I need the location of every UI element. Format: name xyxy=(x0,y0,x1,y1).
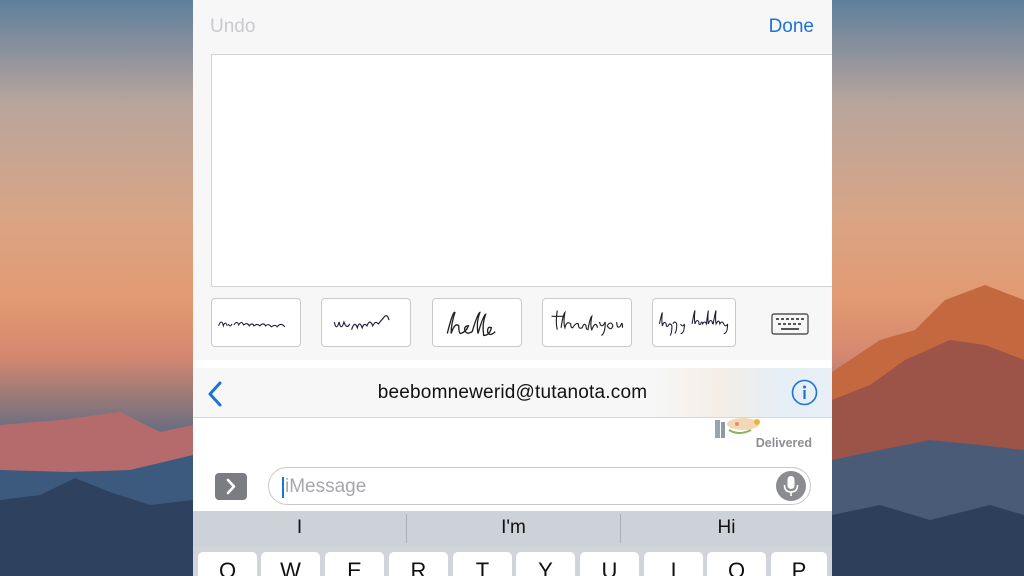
phone-screen: Undo Done beebomnewerid@tutanota.com Del… xyxy=(193,0,832,576)
delivered-status: Delivered xyxy=(755,436,812,450)
message-input-bar xyxy=(193,460,832,511)
message-input[interactable] xyxy=(285,473,755,501)
keyboard-row-1: Q W E R T Y U I O P xyxy=(193,552,832,576)
expand-apps-button[interactable] xyxy=(215,473,247,500)
chevron-right-icon xyxy=(226,478,236,495)
suggestion-hello[interactable] xyxy=(432,298,522,347)
contact-name[interactable]: beebomnewerid@tutanota.com xyxy=(193,382,832,404)
suggestion-hey-whatsup[interactable] xyxy=(321,298,411,347)
message-field[interactable] xyxy=(268,467,811,505)
key-u[interactable]: U xyxy=(580,552,639,576)
key-y[interactable]: Y xyxy=(516,552,575,576)
suggestion-thank-you[interactable] xyxy=(542,298,632,347)
key-o[interactable]: O xyxy=(707,552,766,576)
key-w[interactable]: W xyxy=(261,552,320,576)
dictation-button[interactable] xyxy=(776,471,806,501)
key-r[interactable]: R xyxy=(389,552,448,576)
prediction-3[interactable]: Hi xyxy=(621,511,832,546)
handwriting-canvas[interactable] xyxy=(211,54,832,287)
handwriting-toolbar: Undo Done xyxy=(193,0,832,54)
prediction-1[interactable]: I xyxy=(193,511,406,546)
text-caret xyxy=(282,477,284,498)
key-i[interactable]: I xyxy=(644,552,703,576)
suggestion-happy-birthday[interactable] xyxy=(652,298,736,347)
conversation-area: Delivered xyxy=(193,418,832,466)
undo-button[interactable]: Undo xyxy=(210,16,255,38)
info-icon[interactable] xyxy=(791,379,818,406)
suggestion-hello-how-are-you[interactable] xyxy=(211,298,301,347)
prediction-2[interactable]: I'm xyxy=(407,511,620,546)
handwriting-suggestions xyxy=(211,298,831,348)
key-q[interactable]: Q xyxy=(198,552,257,576)
key-e[interactable]: E xyxy=(325,552,384,576)
predictive-bar: I I'm Hi xyxy=(193,511,832,546)
conversation-header: beebomnewerid@tutanota.com xyxy=(193,360,832,418)
microphone-icon xyxy=(783,476,799,496)
keyboard-icon[interactable] xyxy=(771,313,809,335)
done-button[interactable]: Done xyxy=(769,16,814,38)
key-p[interactable]: P xyxy=(771,552,827,576)
key-t[interactable]: T xyxy=(453,552,512,576)
keyboard: I I'm Hi Q W E R T Y U I O P xyxy=(193,511,832,576)
